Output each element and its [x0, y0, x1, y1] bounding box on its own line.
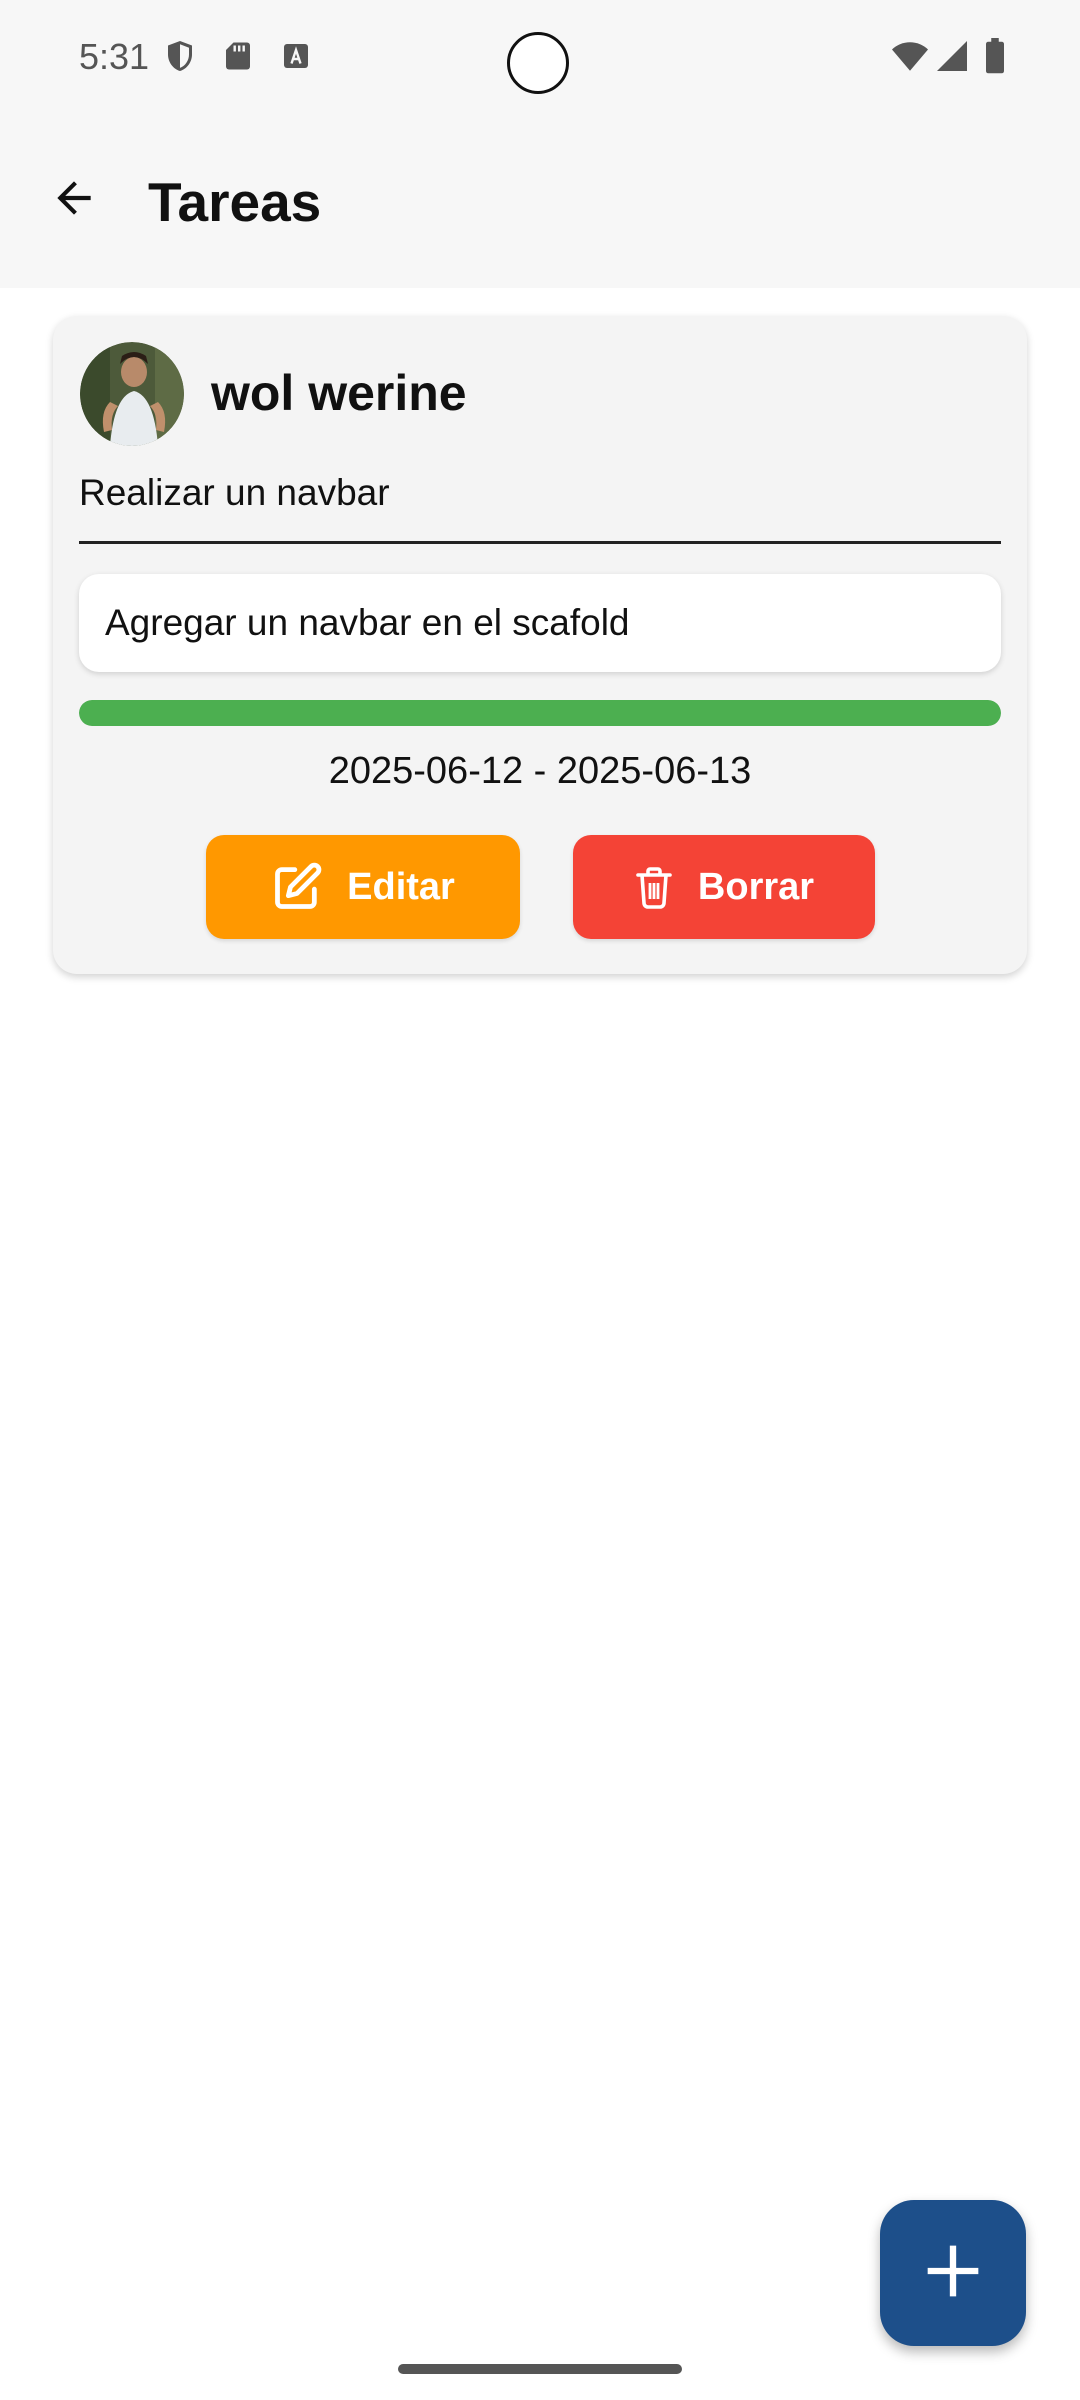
page-title: Tareas: [148, 171, 322, 233]
task-title-field[interactable]: Realizar un navbar: [79, 460, 1001, 544]
status-bar: 5:31: [0, 0, 1080, 120]
edit-button-label: Editar: [347, 865, 455, 908]
shield-icon: [162, 38, 198, 74]
plus-icon: [915, 2233, 991, 2314]
screen: 5:31 Tareas wol werine Realizar un navba…: [0, 0, 1080, 2400]
edit-button[interactable]: Editar: [206, 835, 520, 939]
battery-icon: [980, 38, 1010, 74]
add-task-button[interactable]: [880, 2200, 1026, 2346]
cell-signal-icon: [934, 38, 970, 74]
task-title: Realizar un navbar: [79, 472, 390, 513]
wifi-icon: [890, 38, 930, 74]
date-range: 2025-06-12 - 2025-06-13: [328, 750, 752, 792]
edit-icon: [271, 861, 323, 913]
app-bar: Tareas: [0, 120, 1080, 288]
task-card: wol werine Realizar un navbar Agregar un…: [53, 316, 1027, 974]
progress-bar: [79, 700, 1001, 726]
arrow-back-icon: [49, 173, 99, 228]
task-description: Agregar un navbar en el scafold: [105, 602, 630, 643]
sd-card-icon: [220, 38, 256, 74]
delete-button-label: Borrar: [697, 865, 815, 908]
camera-cutout: [507, 32, 569, 94]
font-icon: [278, 38, 314, 74]
avatar: [80, 342, 184, 446]
progress-fill: [79, 700, 1001, 726]
home-indicator: [398, 2364, 682, 2374]
back-button[interactable]: [36, 162, 112, 238]
trash-icon: [634, 865, 674, 909]
task-description-box: Agregar un navbar en el scafold: [79, 574, 1001, 672]
user-name: wol werine: [211, 365, 467, 421]
delete-button[interactable]: Borrar: [573, 835, 875, 939]
status-time: 5:31: [79, 36, 150, 77]
